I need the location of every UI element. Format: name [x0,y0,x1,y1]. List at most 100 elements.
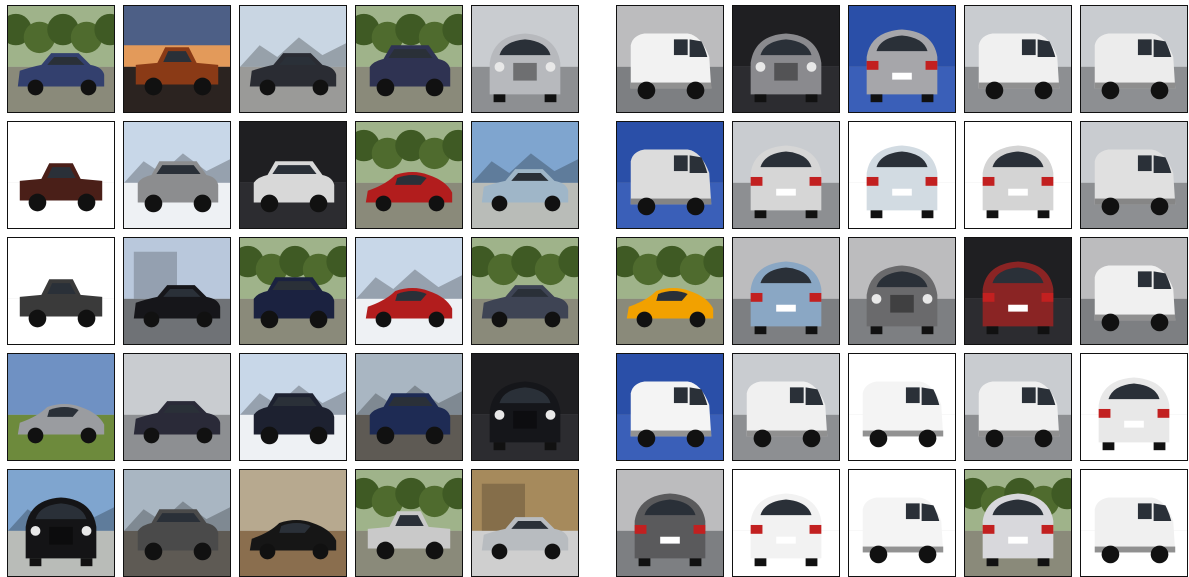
vehicle-photo-thumbnail [964,353,1072,461]
vehicle-photo-thumbnail [471,353,579,461]
rear-vehicle [866,29,938,103]
vehicle-photo-thumbnail [355,353,463,461]
vehicle-photo [733,354,839,460]
vehicle-photo-thumbnail [616,469,724,577]
vehicle-photo-thumbnail [848,469,956,577]
vehicle-photo-thumbnail [964,237,1072,345]
vehicle-photo [849,6,955,112]
vehicle-photo [124,354,230,460]
vehicle-photo [8,6,114,112]
vehicle-photo-thumbnail [732,353,840,461]
vehicle-photo-thumbnail [732,469,840,577]
vehicle-photo-thumbnail [7,121,115,229]
vehicle-photo [1081,6,1187,112]
vehicle-photo-thumbnail [964,121,1072,229]
vehicle-photo [8,470,114,576]
vehicle-photo [472,122,578,228]
vehicle-photo [849,354,955,460]
vehicle-photo [472,6,578,112]
vehicle-photo [965,6,1071,112]
vehicle-photo [617,354,723,460]
vehicle-photo [356,470,462,576]
vehicle-photo-thumbnail [616,121,724,229]
vehicle-photo-thumbnail [1080,237,1188,345]
front-vehicle [866,265,938,335]
front-vehicle [489,33,561,103]
vehicle-photo [240,354,346,460]
vehicle-photo [1081,238,1187,344]
vehicle-photo [965,354,1071,460]
vehicle-photo-thumbnail [239,121,347,229]
front-vehicle [750,33,822,103]
vehicle-photo-thumbnail [848,237,956,345]
front-vehicle [489,381,561,451]
vehicle-photo-thumbnail [848,5,956,113]
vehicle-photo-thumbnail [355,237,463,345]
vehicle-photo [240,6,346,112]
vehicle-photo [965,122,1071,228]
vehicle-photo [8,238,114,344]
vehicle-photo-thumbnail [1080,5,1188,113]
vehicle-photo-thumbnail [7,5,115,113]
vehicle-photo-thumbnail [471,237,579,345]
vehicle-photo [733,122,839,228]
vehicle-photo-thumbnail [732,121,840,229]
vehicle-photo-thumbnail [7,469,115,577]
vehicle-photo-thumbnail [1080,469,1188,577]
left-image-grid [7,5,579,577]
right-image-grid [616,5,1188,577]
vehicle-photo-thumbnail [848,353,956,461]
rear-vehicle [750,145,822,219]
vehicle-photo-thumbnail [355,5,463,113]
vehicle-photo [8,122,114,228]
vehicle-photo-thumbnail [964,469,1072,577]
vehicle-photo [8,354,114,460]
vehicle-photo-thumbnail [616,5,724,113]
vehicle-photo-thumbnail [239,469,347,577]
vehicle-photo [124,470,230,576]
vehicle-photo [733,470,839,576]
rear-vehicle [866,145,938,219]
vehicle-photo-thumbnail [471,469,579,577]
vehicle-photo-thumbnail [471,121,579,229]
vehicle-photo [240,470,346,576]
vehicle-photo [617,238,723,344]
vehicle-photo [356,238,462,344]
vehicle-photo [124,122,230,228]
rear-vehicle [982,261,1054,335]
vehicle-photo-thumbnail [732,237,840,345]
vehicle-photo [124,6,230,112]
vehicle-photo [472,354,578,460]
rear-vehicle [1098,377,1170,451]
rear-vehicle [634,493,706,567]
vehicle-photo-thumbnail [732,5,840,113]
vehicle-photo [356,6,462,112]
vehicle-photo [472,470,578,576]
vehicle-photo [240,238,346,344]
vehicle-photo-thumbnail [239,237,347,345]
vehicle-photo-thumbnail [239,5,347,113]
vehicle-photo [965,470,1071,576]
vehicle-photo-thumbnail [471,5,579,113]
vehicle-photo-thumbnail [848,121,956,229]
vehicle-photo-thumbnail [123,237,231,345]
vehicle-photo [1081,354,1187,460]
vehicle-photo-thumbnail [123,353,231,461]
vehicle-photo-thumbnail [964,5,1072,113]
vehicle-photo-thumbnail [123,5,231,113]
vehicle-photo [617,470,723,576]
vehicle-photo [356,122,462,228]
vehicle-photo [472,238,578,344]
vehicle-photo-thumbnail [355,121,463,229]
vehicle-photo [240,122,346,228]
front-vehicle [25,497,97,567]
vehicle-photo-thumbnail [123,121,231,229]
vehicle-photo-thumbnail [616,237,724,345]
vehicle-photo [733,6,839,112]
rear-vehicle [982,145,1054,219]
vehicle-photo [733,238,839,344]
vehicle-photo-thumbnail [7,353,115,461]
vehicle-photo-thumbnail [239,353,347,461]
rear-vehicle [750,261,822,335]
vehicle-photo-thumbnail [1080,353,1188,461]
